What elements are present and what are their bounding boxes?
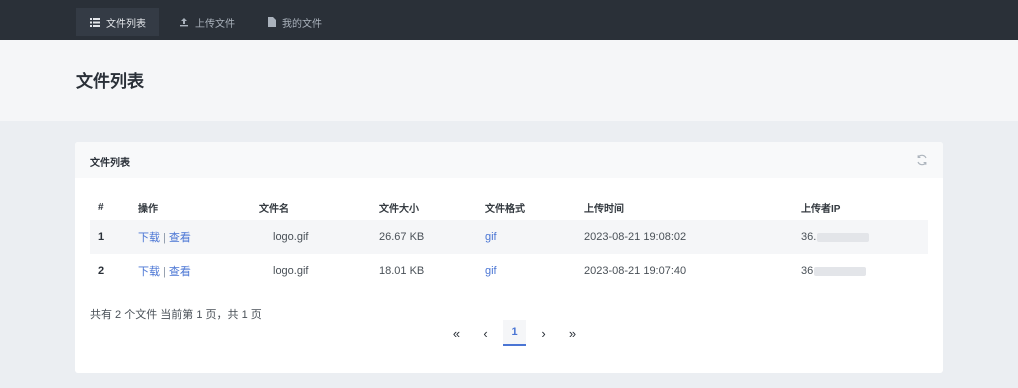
nav-item-upload-file[interactable]: 上传文件 (165, 8, 248, 36)
col-header-index: # (98, 201, 104, 213)
view-link[interactable]: 查看 (169, 232, 191, 244)
col-header-upload-time: 上传时间 (584, 203, 624, 215)
row-upload-time: 2023-08-21 19:08:02 (584, 220, 801, 254)
table-header-row: # 操作 文件名 文件大小 文件格式 上传时间 上传者IP (90, 198, 928, 220)
row-actions: 下载 | 查看 (138, 220, 259, 254)
main-nav: 文件列表 上传文件 我的文件 (76, 8, 341, 36)
row-index: 2 (98, 265, 105, 277)
row-format: gif (485, 254, 584, 288)
col-header-format: 文件格式 (485, 203, 525, 215)
col-header-filename: 文件名 (259, 203, 289, 215)
row-filename: logo.gif (259, 220, 379, 254)
col-header-actions: 操作 (138, 203, 158, 215)
row-filename: logo.gif (273, 265, 309, 277)
page-1-button[interactable]: 1 (503, 320, 526, 346)
last-page-button[interactable]: » (561, 320, 584, 346)
top-navbar: 文件列表 上传文件 我的文件 (0, 0, 1018, 40)
first-page-button[interactable]: « (445, 320, 468, 346)
action-separator: | (163, 266, 166, 278)
pagination-summary: 共有 2 个文件 当前第 1 页，共 1 页 (90, 309, 262, 321)
row-size: 18.01 KB (379, 265, 425, 277)
next-page-button[interactable]: › (532, 320, 555, 346)
ip-redacted (817, 232, 870, 242)
row-index: 1 (90, 220, 138, 254)
row-format: gif (485, 220, 584, 254)
list-icon (90, 17, 100, 27)
table-row: 2 下载 | 查看 logo.gif 18.01 KB gif 2023-08-21… (90, 254, 928, 288)
prev-page-button[interactable]: ‹ (474, 320, 497, 346)
page-title: 文件列表 (76, 72, 144, 91)
pagination: « ‹ 1 › » (445, 320, 590, 346)
row-size: 26.67 KB (379, 220, 485, 254)
download-link[interactable]: 下载 (138, 232, 160, 244)
refresh-icon[interactable] (915, 153, 929, 167)
upload-icon (180, 18, 188, 27)
ip-redacted (814, 266, 867, 276)
file-list-card: 文件列表 # 操作 文件名 文件大小 文件格式 上传时间 上传者IP 1 下载 … (75, 142, 943, 373)
action-separator: | (163, 232, 166, 244)
download-link[interactable]: 下载 (138, 266, 160, 278)
file-table: # 操作 文件名 文件大小 文件格式 上传时间 上传者IP 1 下载 | 查看 lo… (90, 198, 928, 288)
row-actions: 下载 | 查看 (138, 254, 259, 288)
card-header: 文件列表 (75, 142, 943, 178)
row-uploader-ip: 36 (801, 254, 928, 288)
col-header-uploader-ip: 上传者IP (801, 203, 841, 215)
nav-label: 文件列表 (106, 18, 146, 30)
row-uploader-ip: 36. (801, 220, 928, 254)
view-link[interactable]: 查看 (169, 266, 191, 278)
col-header-size: 文件大小 (379, 203, 419, 215)
format-link[interactable]: gif (485, 231, 497, 243)
file-icon (268, 17, 276, 27)
ip-text: 36. (801, 231, 817, 243)
page-header: 文件列表 (0, 40, 1018, 121)
row-upload-time: 2023-08-21 19:07:40 (584, 265, 687, 277)
nav-label: 我的文件 (282, 18, 322, 30)
nav-item-file-list[interactable]: 文件列表 (76, 8, 159, 36)
nav-item-my-files[interactable]: 我的文件 (254, 8, 335, 36)
ip-text: 36 (801, 265, 814, 277)
format-link[interactable]: gif (485, 265, 497, 277)
nav-label: 上传文件 (195, 18, 235, 30)
table-row: 1 下载 | 查看 logo.gif 26.67 KB gif 2023-08-21… (90, 220, 928, 254)
card-title: 文件列表 (90, 158, 130, 169)
